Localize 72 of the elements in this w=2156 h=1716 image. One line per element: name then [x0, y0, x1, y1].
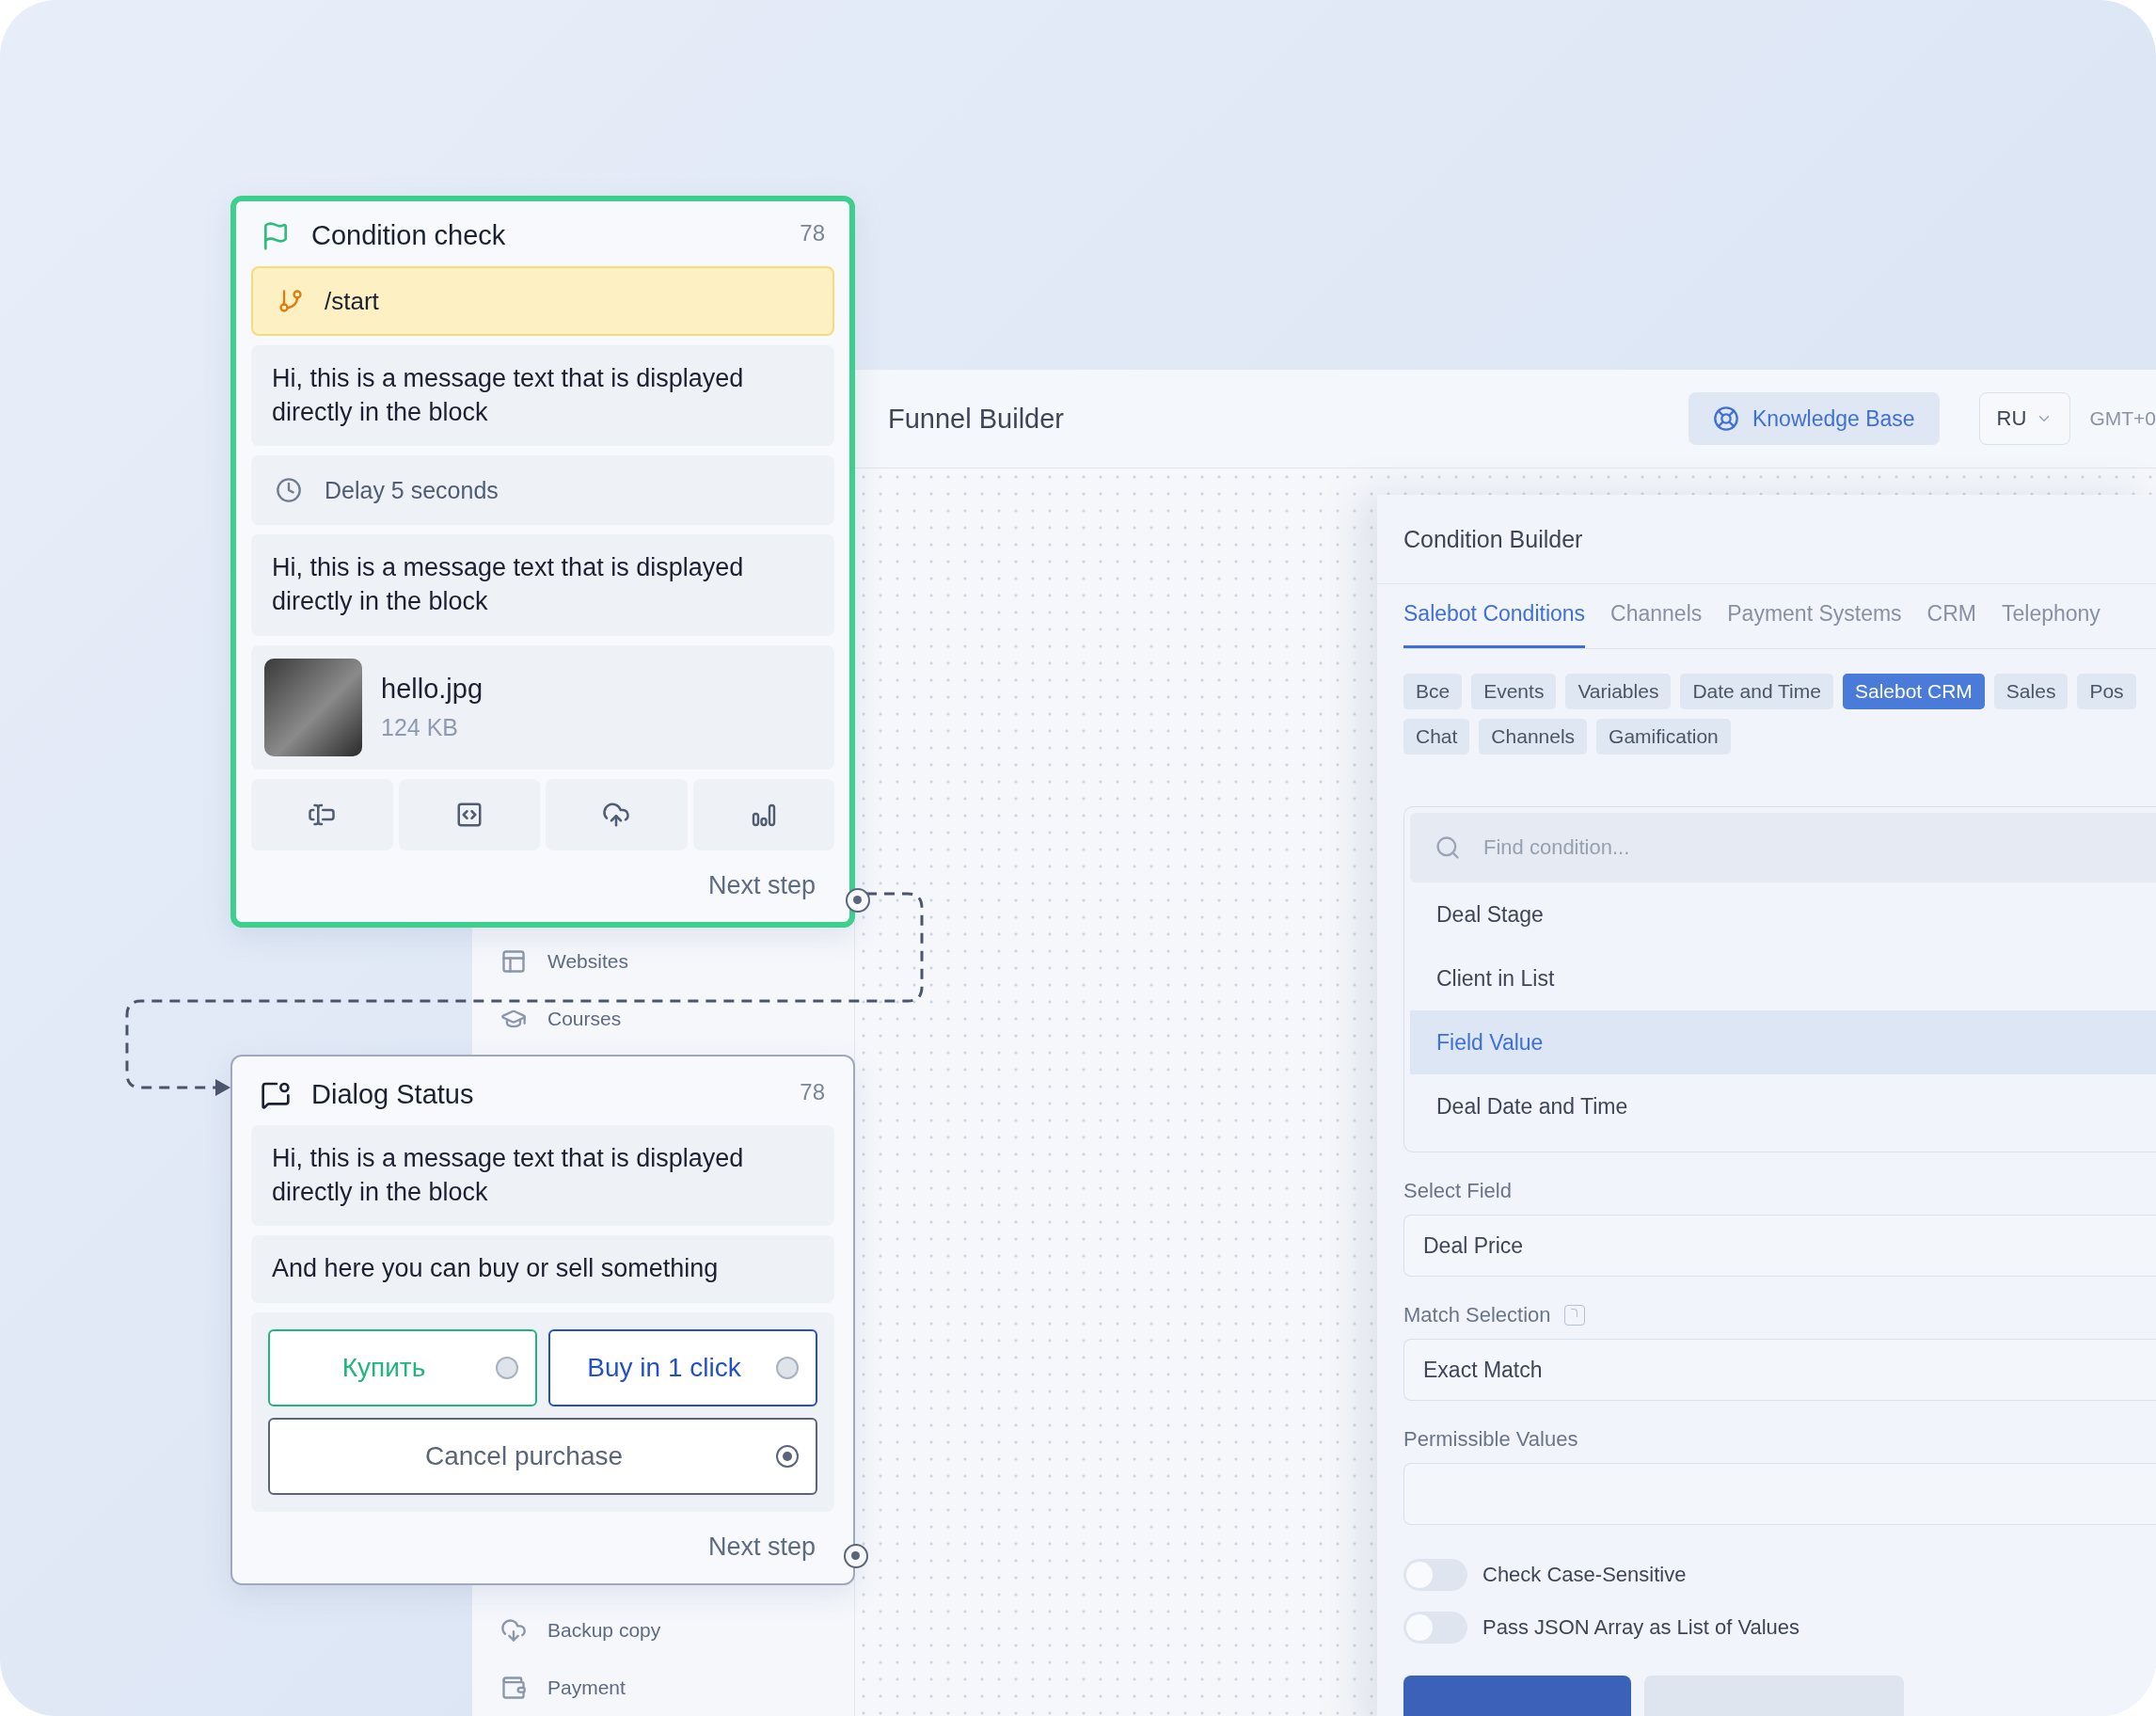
- sidebar-item[interactable]: Backup copy: [547, 1618, 661, 1642]
- delay-block[interactable]: Delay 5 seconds: [251, 455, 834, 526]
- node-count: 78: [800, 220, 825, 246]
- choice-button[interactable]: Buy in 1 click: [548, 1328, 817, 1406]
- search-field[interactable]: Find condition...: [1482, 821, 2156, 874]
- filter-chip[interactable]: Pos: [2077, 674, 2136, 709]
- file-size: 124 KB: [381, 713, 459, 741]
- language-select[interactable]: RU: [1978, 392, 2071, 445]
- flow-node[interactable]: [230, 196, 855, 928]
- help-icon[interactable]: [1563, 1305, 1585, 1326]
- node-title: Dialog Status: [311, 1079, 475, 1110]
- field-label: Select Field: [1403, 1179, 1512, 1203]
- toggle-switch[interactable]: [1403, 1612, 1467, 1644]
- input-field[interactable]: Exact Match: [1403, 1339, 2156, 1401]
- input-field[interactable]: Deal Price: [1403, 1215, 2156, 1277]
- field-label: Match Selection: [1403, 1303, 1551, 1327]
- search-icon: [1435, 834, 1461, 861]
- lifebuoy-icon: [1713, 405, 1739, 432]
- filter-chip[interactable]: Chat: [1403, 719, 1470, 755]
- wallet-icon: [500, 1674, 527, 1701]
- field-label: Permissible Values: [1403, 1427, 1578, 1452]
- connector-port[interactable]: [776, 1444, 799, 1468]
- filter-chip[interactable]: Variables: [1565, 674, 1672, 709]
- tab[interactable]: Salebot Conditions: [1403, 584, 1586, 648]
- message-block[interactable]: Hi, this is a message text that is displayed directly in the block: [251, 345, 834, 447]
- file-name: hello.jpg: [381, 673, 484, 705]
- file-block[interactable]: hello.jpg 124 KB: [251, 644, 834, 770]
- filter-chip[interactable]: Channels: [1479, 719, 1588, 755]
- filter-chip[interactable]: Все: [1403, 674, 1463, 709]
- filter-chip[interactable]: Date and Time: [1680, 674, 1833, 709]
- knowledge-base-button[interactable]: Knowledge Base: [1688, 392, 1940, 445]
- branch-icon: [277, 288, 304, 314]
- filter-chip[interactable]: Salebot CRM: [1842, 674, 1985, 709]
- chart-button[interactable]: [692, 778, 834, 850]
- next-step-label: Next step: [707, 871, 816, 900]
- toggle-label: Pass JSON Array as List of Values: [1482, 1615, 1800, 1640]
- primary-button[interactable]: [1403, 1676, 1631, 1716]
- sidebar-item[interactable]: Payment: [547, 1676, 626, 1699]
- filter-chip[interactable]: Events: [1471, 674, 1557, 709]
- trigger-text: /start: [325, 286, 379, 316]
- panel-title: Condition Builder: [1377, 495, 2156, 584]
- condition-item[interactable]: Deal Stage: [1410, 882, 2156, 946]
- delay-text: Delay 5 seconds: [325, 476, 499, 504]
- next-step-label: Next step: [707, 1533, 816, 1563]
- window-icon: [500, 947, 527, 975]
- page-title: Funnel Builder: [888, 403, 1065, 435]
- input-field[interactable]: [1403, 1463, 2156, 1525]
- sidebar-item[interactable]: Websites: [547, 949, 628, 973]
- code-button[interactable]: [398, 778, 540, 850]
- condition-item[interactable]: Field Value: [1410, 1010, 2156, 1074]
- cloud-download-icon: [500, 1616, 527, 1644]
- cloud-upload-icon: [602, 800, 631, 829]
- choice-button[interactable]: Cancel purchase: [268, 1417, 817, 1495]
- search-box[interactable]: Find condition...: [1410, 813, 2156, 882]
- toggle-label: Check Case-Sensitive: [1482, 1563, 1687, 1587]
- toggle-switch[interactable]: [1403, 1559, 1467, 1591]
- message-block[interactable]: Hi, this is a message text that is displayed directly in the block: [251, 1125, 834, 1227]
- sidebar-item[interactable]: Courses: [547, 1007, 622, 1030]
- filter-chip[interactable]: Sales: [1993, 674, 2069, 709]
- timezone-label: GMT+0: [2089, 407, 2156, 430]
- text-input-button[interactable]: [251, 778, 393, 850]
- flow-node[interactable]: Dialog Status 78 Hi, this is a message text that is displayed directly in the block And here you can buy or sell something Купить Buy in 1 click Cancel purchase Next step: [230, 1055, 855, 1585]
- message-block[interactable]: Hi, this is a message text that is displayed directly in the block: [251, 534, 834, 636]
- trigger-block[interactable]: /start: [251, 266, 834, 336]
- node-count: 78: [800, 1079, 825, 1105]
- condition-item[interactable]: Client in List: [1410, 946, 2156, 1010]
- clock-icon: [276, 477, 302, 504]
- upload-button[interactable]: [546, 778, 688, 850]
- message-block[interactable]: And here you can buy or sell something: [251, 1235, 834, 1303]
- filter-chip[interactable]: Gamification: [1596, 719, 1731, 755]
- node-title: Condition check: [311, 220, 507, 251]
- condition-item[interactable]: Deal Date and Time: [1410, 1074, 2156, 1138]
